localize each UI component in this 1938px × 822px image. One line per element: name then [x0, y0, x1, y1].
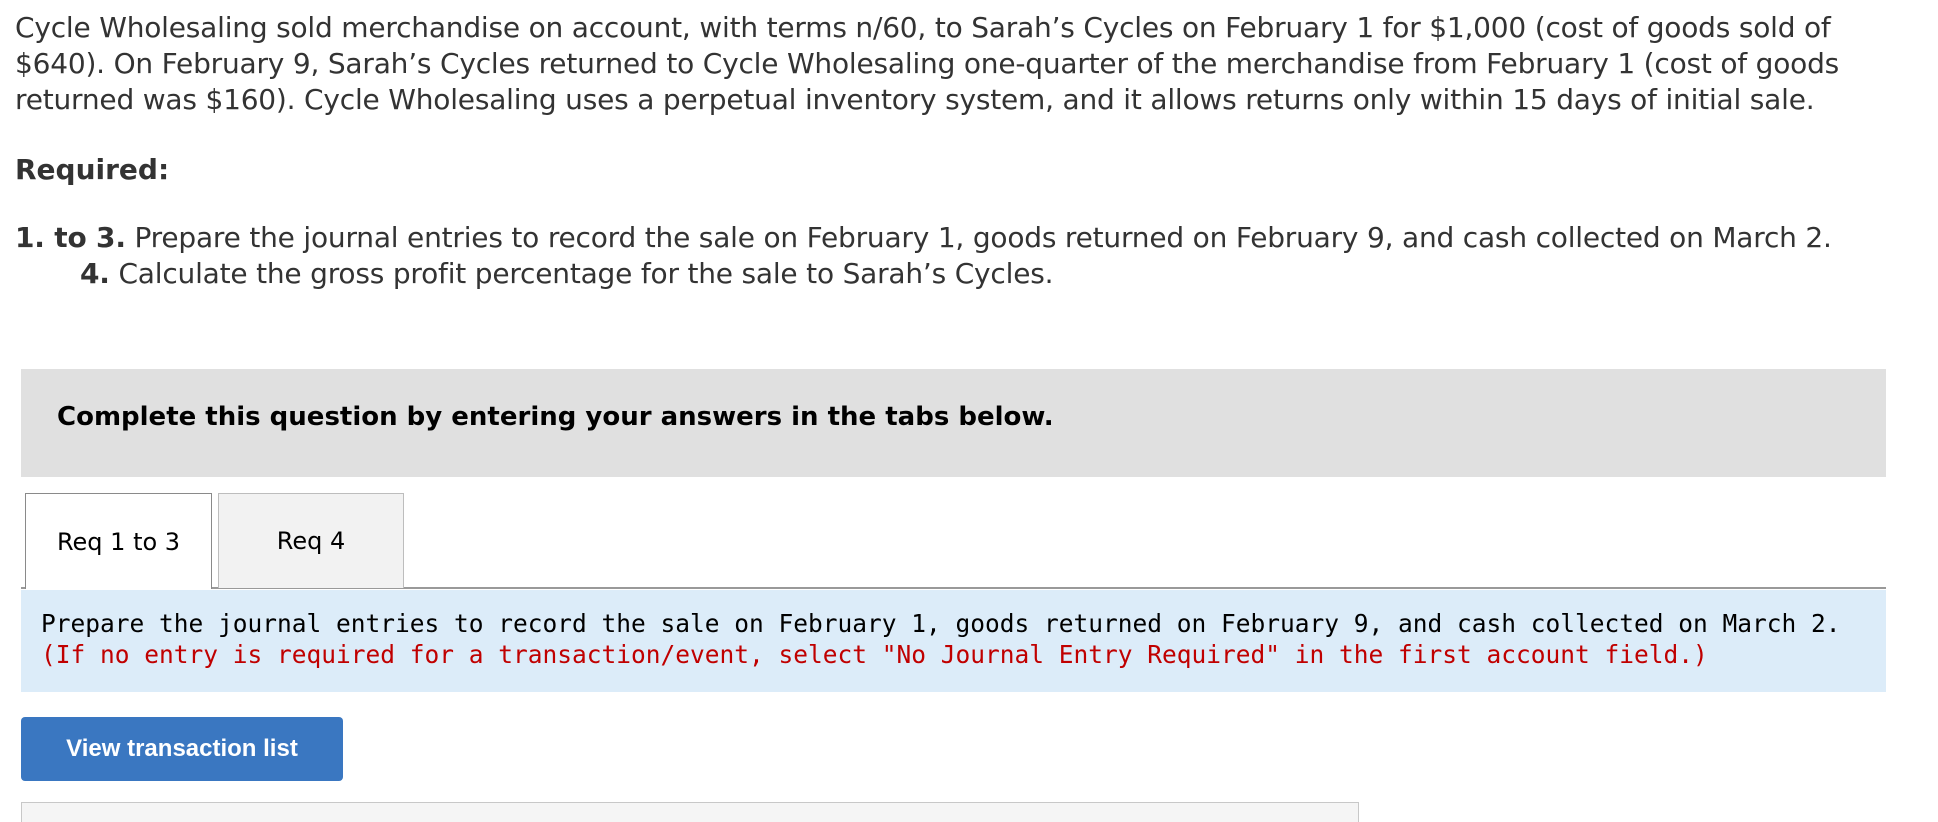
- tab-content-note: (If no entry is required for a transacti…: [41, 640, 1708, 669]
- tab-content-text: Prepare the journal entries to record th…: [41, 608, 1871, 670]
- required-item-4: 4. Calculate the gross profit percentage…: [80, 256, 1054, 292]
- view-transaction-list-button[interactable]: View transaction list: [21, 717, 343, 781]
- tab-content-instructions: Prepare the journal entries to record th…: [21, 590, 1886, 692]
- required-item-1-to-3: 1. to 3. Prepare the journal entries to …: [15, 220, 1832, 256]
- tab-req-4[interactable]: Req 4: [218, 493, 404, 588]
- instruction-banner: Complete this question by entering your …: [21, 369, 1886, 477]
- instruction-text: Complete this question by entering your …: [57, 402, 1054, 432]
- required-item-text: Prepare the journal entries to record th…: [134, 221, 1832, 254]
- problem-statement: Cycle Wholesaling sold merchandise on ac…: [15, 11, 1840, 116]
- journal-entry-panel: [21, 802, 1359, 822]
- tab-req-1-to-3[interactable]: Req 1 to 3: [25, 493, 212, 589]
- required-item-text: Calculate the gross profit percentage fo…: [118, 257, 1054, 290]
- required-item-number: 1. to 3.: [15, 221, 126, 254]
- required-heading: Required:: [15, 153, 170, 186]
- tab-content-main-text: Prepare the journal entries to record th…: [41, 609, 1841, 638]
- required-item-number: 4.: [80, 257, 110, 290]
